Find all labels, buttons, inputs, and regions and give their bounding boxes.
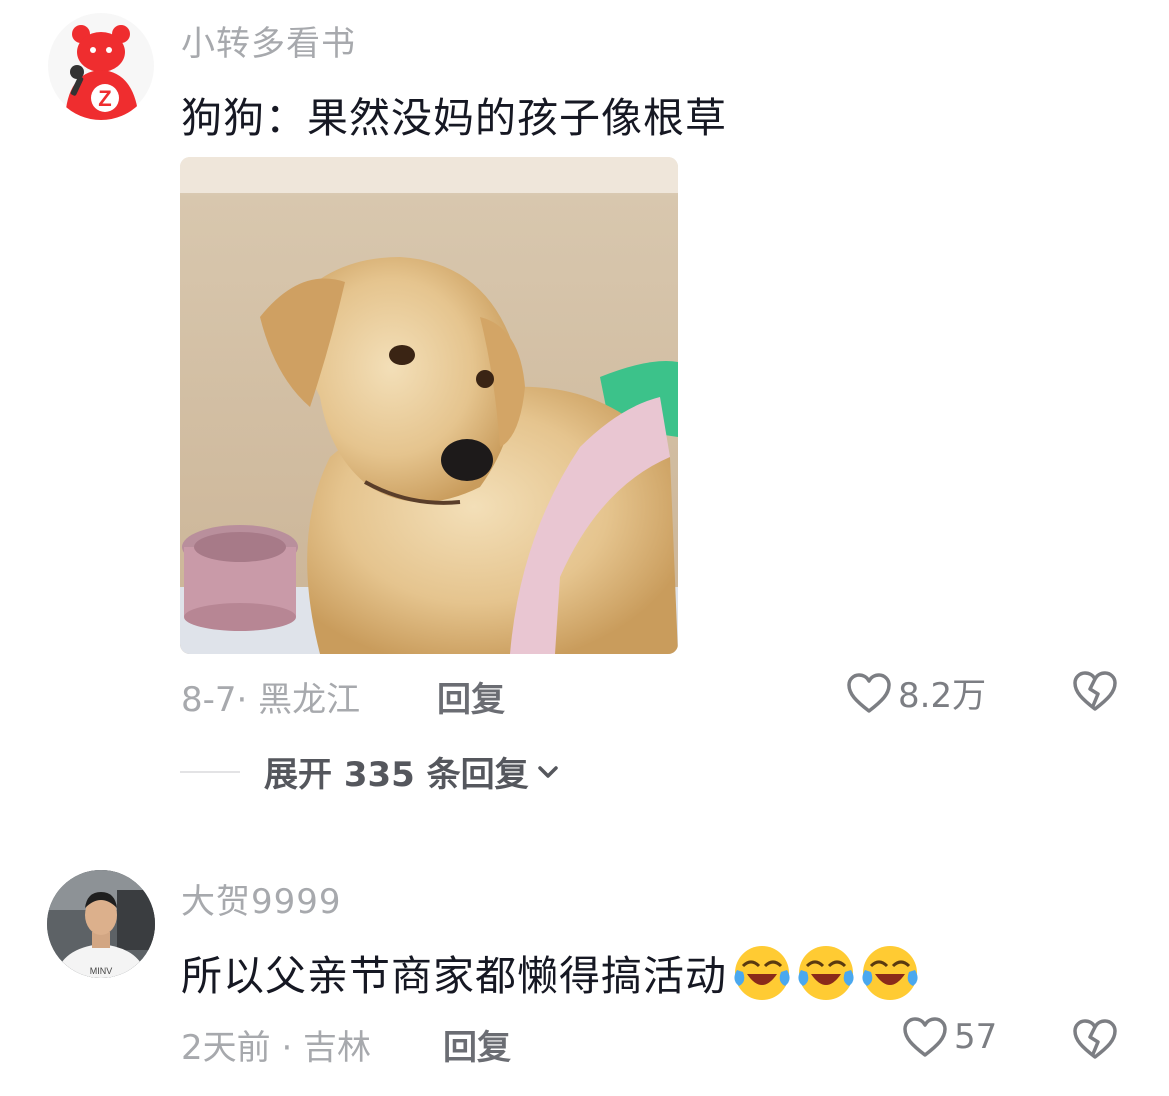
reply-button[interactable]: 回复 [437,672,505,721]
username[interactable]: 小转多看书 [181,16,356,65]
like-button[interactable]: 8.2万 [846,668,986,717]
laughing-crying-emoji [861,944,919,1002]
like-count: 8.2万 [898,676,987,716]
expand-replies-label: 展开 335 条回复 [264,755,529,795]
bear-avatar-icon: Z [48,13,154,120]
comment-text: 所以父亲节商家都懒得搞活动 [181,942,919,1002]
comment-meta: 2天前 · 吉林 [181,1028,372,1068]
dislike-button[interactable] [1072,670,1118,716]
dislike-button[interactable] [1072,1018,1118,1064]
avatar[interactable]: Z [47,12,155,120]
comment-item: Z 小转多看书 狗狗：果然没妈的孩子像根草 8-7· 黑龙江 回复 8.2万 展… [0,0,1169,840]
comment-item: MINV 大贺9999 所以父亲节商家都懒得搞活动 2天前 · 吉林 回复 57 [0,850,1169,1096]
expand-replies-button[interactable]: 展开 335 条回复 [180,747,561,796]
broken-heart-icon [1073,671,1117,711]
laughing-crying-emoji [733,944,791,1002]
avatar[interactable]: MINV [47,870,155,978]
heart-outline-icon [903,1017,947,1057]
comment-meta: 8-7· 黑龙江 [181,680,361,720]
comment-text: 狗狗：果然没妈的孩子像根草 [181,94,727,142]
dog-photo [180,157,678,654]
divider-line [180,770,240,773]
reply-button[interactable]: 回复 [443,1020,511,1069]
username[interactable]: 大贺9999 [181,874,342,923]
comment-text-body: 所以父亲节商家都懒得搞活动 [181,952,727,1000]
broken-heart-icon [1073,1019,1117,1059]
avatar-letter: Z [98,86,111,111]
comment-image-dog[interactable] [180,157,678,654]
person-avatar-icon: MINV [47,870,155,978]
like-button[interactable]: 57 [902,1016,997,1058]
heart-outline-icon [847,672,891,713]
laughing-crying-emoji [797,944,855,1002]
avatar-shirt-text: MINV [90,966,113,976]
chevron-down-icon [537,765,558,778]
like-count: 57 [954,1017,998,1057]
